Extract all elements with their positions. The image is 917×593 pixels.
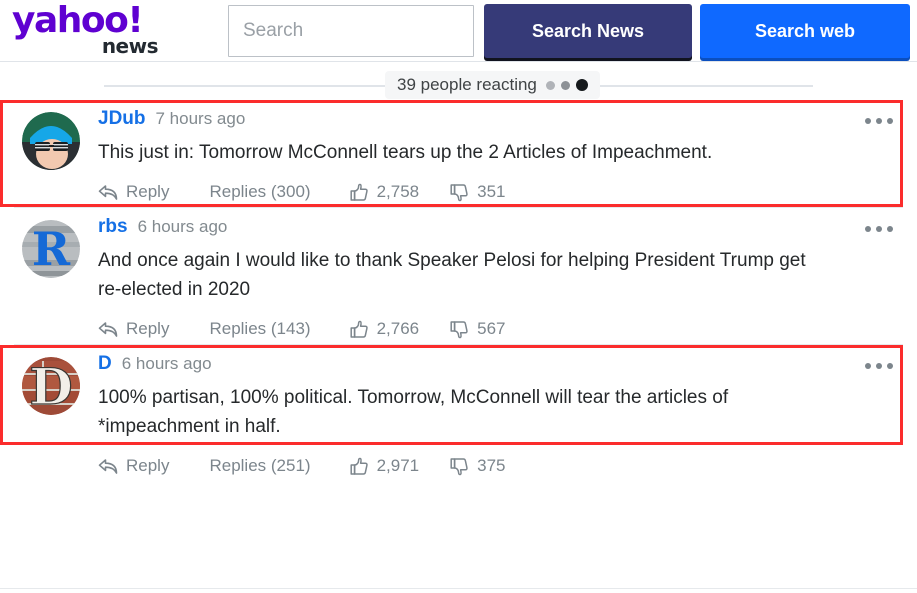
reply-label: Reply bbox=[126, 319, 170, 338]
yahoo-news-logo[interactable]: yahoo! news bbox=[10, 0, 210, 60]
comment-actions: Reply Replies (251) 2,971 375 bbox=[98, 451, 903, 481]
downvote-count: 351 bbox=[477, 182, 506, 201]
comment-header: D 6 hours ago bbox=[98, 353, 903, 379]
comment-username[interactable]: JDub bbox=[98, 108, 146, 130]
replies-button[interactable]: Replies (143) bbox=[209, 319, 310, 339]
thumbs-down-icon bbox=[450, 320, 468, 338]
reply-label: Reply bbox=[126, 456, 170, 475]
search-web-button[interactable]: Search web bbox=[700, 4, 910, 58]
comment-timestamp: 7 hours ago bbox=[155, 109, 246, 128]
upvote-button[interactable]: 2,766 bbox=[349, 319, 420, 339]
page-bottom-divider bbox=[0, 588, 917, 589]
comment-text: This just in: Tomorrow McConnell tears u… bbox=[98, 142, 713, 163]
search-news-button[interactable]: Search News bbox=[484, 4, 692, 58]
upvote-button[interactable]: 2,758 bbox=[349, 182, 420, 202]
more-options-icon[interactable] bbox=[865, 363, 893, 369]
table-row: R rbs 6 hours ago And once again I would… bbox=[0, 208, 917, 344]
site-header: yahoo! news Search News Search web bbox=[0, 0, 917, 62]
avatar[interactable]: D bbox=[22, 357, 80, 415]
people-reacting-pill[interactable]: 39 people reacting bbox=[385, 71, 600, 99]
reply-label: Reply bbox=[126, 182, 170, 201]
reacting-bar: 39 people reacting bbox=[0, 62, 917, 100]
more-options-icon[interactable] bbox=[865, 118, 893, 124]
replies-button[interactable]: Replies (300) bbox=[209, 182, 310, 202]
comment-timestamp: 6 hours ago bbox=[137, 217, 228, 236]
upvote-count: 2,971 bbox=[376, 456, 420, 475]
thumbs-down-icon bbox=[450, 457, 468, 475]
comment-username[interactable]: rbs bbox=[98, 216, 128, 238]
comment-actions: Reply Replies (143) 2,766 567 bbox=[98, 314, 903, 344]
downvote-count: 375 bbox=[477, 456, 506, 475]
reply-arrow-icon bbox=[98, 184, 118, 200]
downvote-button[interactable]: 375 bbox=[449, 456, 506, 476]
comment-list: JDub 7 hours ago This just in: Tomorrow … bbox=[0, 100, 917, 481]
yahoo-wordmark: yahoo! bbox=[12, 0, 144, 41]
reply-arrow-icon bbox=[98, 458, 118, 474]
reply-button[interactable]: Reply bbox=[98, 182, 169, 202]
comment-header: JDub 7 hours ago bbox=[98, 108, 903, 134]
upvote-button[interactable]: 2,971 bbox=[349, 456, 420, 476]
reply-button[interactable]: Reply bbox=[98, 456, 169, 476]
comment-timestamp: 6 hours ago bbox=[121, 354, 212, 373]
replies-button[interactable]: Replies (251) bbox=[209, 456, 310, 476]
downvote-button[interactable]: 567 bbox=[449, 319, 506, 339]
reply-arrow-icon bbox=[98, 321, 118, 337]
reacting-dots-icon bbox=[545, 79, 588, 91]
upvote-count: 2,766 bbox=[376, 319, 420, 338]
svg-text:D: D bbox=[29, 357, 72, 415]
comment-header: rbs 6 hours ago bbox=[98, 216, 903, 242]
thumbs-up-icon bbox=[350, 320, 368, 338]
more-options-icon[interactable] bbox=[865, 226, 893, 232]
comment-text: And once again I would like to thank Spe… bbox=[98, 250, 806, 300]
downvote-button[interactable]: 351 bbox=[449, 182, 506, 202]
svg-text:R: R bbox=[32, 222, 71, 276]
comment-username[interactable]: D bbox=[98, 353, 112, 375]
avatar[interactable] bbox=[22, 112, 80, 170]
replies-label: Replies (251) bbox=[209, 456, 311, 475]
upvote-count: 2,758 bbox=[376, 182, 420, 201]
table-row: JDub 7 hours ago This just in: Tomorrow … bbox=[0, 100, 917, 207]
thumbs-up-icon bbox=[350, 457, 368, 475]
thumbs-down-icon bbox=[450, 183, 468, 201]
comment-text: 100% partisan, 100% political. Tomorrow,… bbox=[98, 387, 729, 437]
table-row: D D 6 hours ago 100% partisan, 100% poli… bbox=[0, 345, 917, 481]
avatar[interactable]: R bbox=[22, 220, 80, 278]
downvote-count: 567 bbox=[477, 319, 506, 338]
people-reacting-label: 39 people reacting bbox=[397, 75, 537, 94]
comment-actions: Reply Replies (300) 2,758 351 bbox=[98, 177, 903, 207]
replies-label: Replies (300) bbox=[209, 182, 311, 201]
reply-button[interactable]: Reply bbox=[98, 319, 169, 339]
replies-label: Replies (143) bbox=[209, 319, 311, 338]
thumbs-up-icon bbox=[350, 183, 368, 201]
search-input[interactable] bbox=[228, 5, 474, 57]
